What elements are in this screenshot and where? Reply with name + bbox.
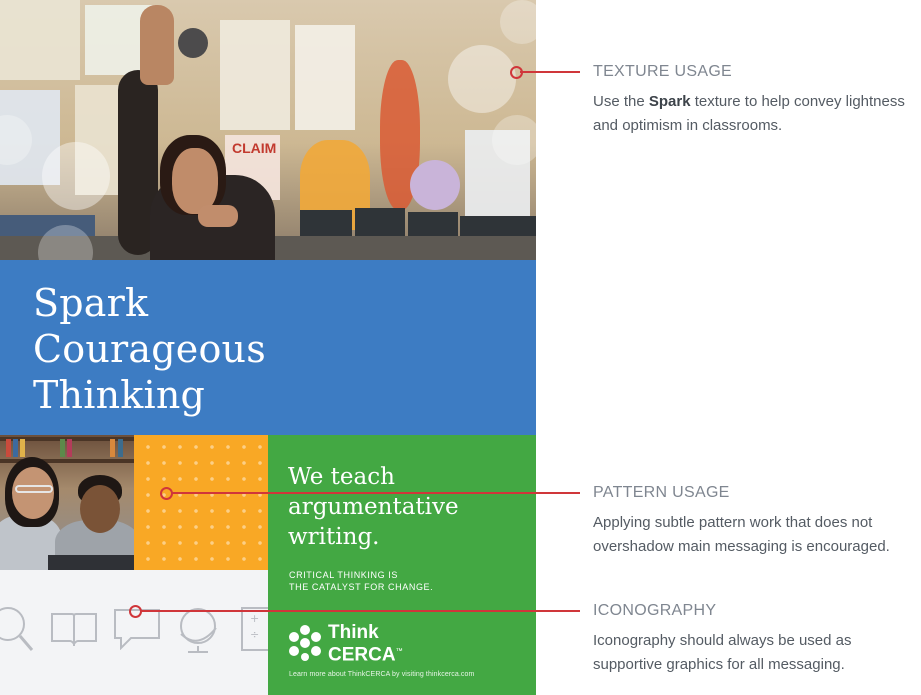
pattern-description: Applying subtle pattern work that does n… bbox=[593, 514, 890, 555]
brand-poster: CLAIM Spark Courageous Thinking + ÷ We t… bbox=[0, 0, 536, 695]
headline-line-1: Spark bbox=[33, 281, 149, 325]
teach-line-3: writing. bbox=[288, 524, 380, 550]
globe-icon bbox=[180, 608, 217, 653]
classroom-photo: CLAIM bbox=[0, 0, 536, 260]
pattern-callout-line bbox=[172, 492, 580, 494]
iconography-title: ICONOGRAPHY bbox=[593, 602, 717, 619]
texture-callout-dot bbox=[510, 66, 523, 79]
headline-line-2: Courageous bbox=[33, 327, 266, 371]
tagline-line-1: CRITICAL THINKING IS bbox=[289, 570, 399, 580]
tagline: CRITICAL THINKING IS THE CATALYST FOR CH… bbox=[289, 569, 433, 593]
claim-sign: CLAIM bbox=[232, 140, 277, 156]
teach-heading: We teach argumentative writing. bbox=[288, 462, 459, 552]
icon-strip: + ÷ bbox=[0, 570, 268, 695]
teach-line-2: argumentative bbox=[288, 494, 459, 520]
texture-title: TEXTURE USAGE bbox=[593, 63, 733, 80]
pattern-annotation: PATTERN USAGE Applying subtle pattern wo… bbox=[593, 484, 921, 559]
students-photo bbox=[0, 435, 134, 570]
pattern-title: PATTERN USAGE bbox=[593, 484, 730, 501]
learn-more-text: Learn more about ThinkCERCA by visiting … bbox=[289, 671, 475, 678]
calculator-icon: + ÷ bbox=[241, 607, 268, 651]
headline: Spark Courageous Thinking bbox=[33, 280, 266, 418]
iconography-annotation: ICONOGRAPHY Iconography should always be… bbox=[593, 602, 921, 677]
iconography-description: Iconography should always be used as sup… bbox=[593, 632, 852, 673]
book-icon bbox=[51, 613, 97, 646]
texture-annotation: TEXTURE USAGE Use the Spark texture to h… bbox=[593, 63, 921, 138]
iconography-callout-line bbox=[141, 610, 580, 612]
headline-band: Spark Courageous Thinking bbox=[0, 260, 536, 435]
tagline-line-2: THE CATALYST FOR CHANGE. bbox=[289, 582, 434, 592]
logo-dots-icon bbox=[289, 625, 321, 661]
thinkcerca-logo: Think CERCA™ bbox=[286, 622, 416, 666]
svg-text:+: + bbox=[250, 612, 259, 625]
texture-description: Use the Spark texture to help convey lig… bbox=[593, 93, 905, 134]
message-panel: We teach argumentative writing. CRITICAL… bbox=[268, 435, 536, 695]
dot-pattern-panel bbox=[134, 435, 268, 570]
magnifier-icon bbox=[0, 607, 34, 651]
texture-callout-line bbox=[520, 71, 580, 73]
teach-line-1: We teach bbox=[288, 464, 395, 490]
pattern-callout-dot bbox=[160, 487, 173, 500]
iconography-callout-dot bbox=[129, 605, 142, 618]
logo-think: Think bbox=[328, 622, 379, 643]
logo-cerca: CERCA™ bbox=[328, 644, 403, 666]
svg-text:÷: ÷ bbox=[250, 628, 259, 641]
headline-line-3: Thinking bbox=[33, 373, 206, 417]
